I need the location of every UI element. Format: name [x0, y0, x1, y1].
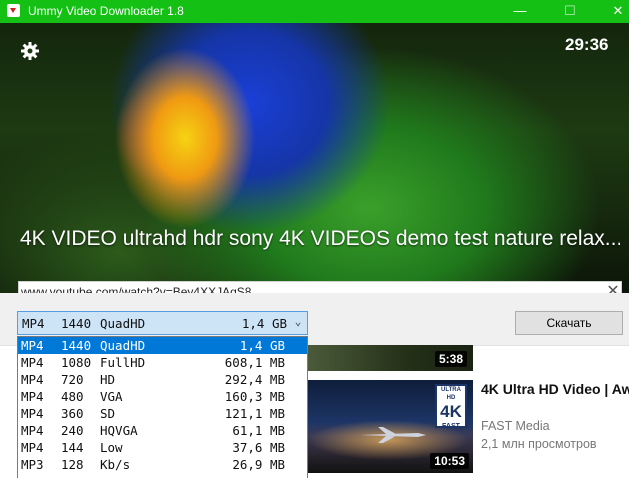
format-option[interactable]: MP4 480 VGA 160,3 MB: [18, 388, 307, 405]
airplane-icon: [360, 427, 426, 443]
format-option[interactable]: MP3 128 Kb/s 26,9 MB: [18, 456, 307, 473]
ultra-hd-4k-badge: ULTRA HD 4K FAST: [435, 384, 467, 430]
selected-quality: QuadHD: [100, 316, 146, 331]
selected-size: 1,4 GB: [241, 316, 287, 331]
video-preview: 29:36 4K VIDEO ultrahd hdr sony 4K VIDEO…: [0, 23, 629, 293]
window-title: Ummy Video Downloader 1.8: [28, 4, 184, 18]
format-option[interactable]: MP4 720 HD 292,4 MB: [18, 371, 307, 388]
video-thumbnail[interactable]: ULTRA HD 4K FAST 10:53: [308, 380, 473, 473]
url-input[interactable]: [21, 284, 591, 293]
related-video-views: 2,1 млн просмотров: [481, 437, 597, 451]
video-thumbnail[interactable]: 5:38: [308, 345, 473, 371]
format-option[interactable]: MP4 360 SD 121,1 MB: [18, 405, 307, 422]
format-select[interactable]: MP4 1440 QuadHD 1,4 GB ⌄: [17, 311, 308, 335]
download-button[interactable]: Скачать: [515, 311, 623, 335]
video-duration: 29:36: [565, 35, 609, 54]
related-video-channel[interactable]: FAST Media: [481, 419, 550, 433]
app-download-icon: [7, 4, 20, 17]
close-button[interactable]: ✕: [595, 0, 629, 23]
video-title: 4K VIDEO ultrahd hdr sony 4K VIDEOS demo…: [20, 227, 620, 250]
title-bar: Ummy Video Downloader 1.8 — ☐ ✕: [0, 0, 629, 23]
chevron-down-icon[interactable]: ⌄: [292, 315, 304, 329]
thumbnail-duration: 5:38: [434, 351, 467, 367]
format-option[interactable]: MP4 240 HQVGA 61,1 MB: [18, 422, 307, 439]
url-field[interactable]: ✕: [18, 281, 622, 293]
maximize-button[interactable]: ☐: [547, 0, 593, 23]
selected-resolution: 1440: [61, 316, 92, 331]
minimize-button[interactable]: —: [497, 0, 543, 23]
format-dropdown-list: MP4 1440 QuadHD 1,4 GB MP4 1080 FullHD 608,1 M…: [17, 336, 308, 478]
selected-format: MP4: [22, 316, 45, 331]
format-option[interactable]: MP4 144 Low 37,6 MB: [18, 439, 307, 456]
clear-icon[interactable]: ✕: [604, 283, 622, 293]
gear-icon[interactable]: [20, 41, 40, 61]
related-video-title[interactable]: 4K Ultra HD Video | Awe Captain's View: [481, 381, 629, 398]
format-option[interactable]: MP4 1080 FullHD 608,1 MB: [18, 354, 307, 371]
format-option[interactable]: MP4 1440 QuadHD 1,4 GB: [18, 337, 307, 354]
thumbnail-duration: 10:53: [430, 453, 469, 469]
